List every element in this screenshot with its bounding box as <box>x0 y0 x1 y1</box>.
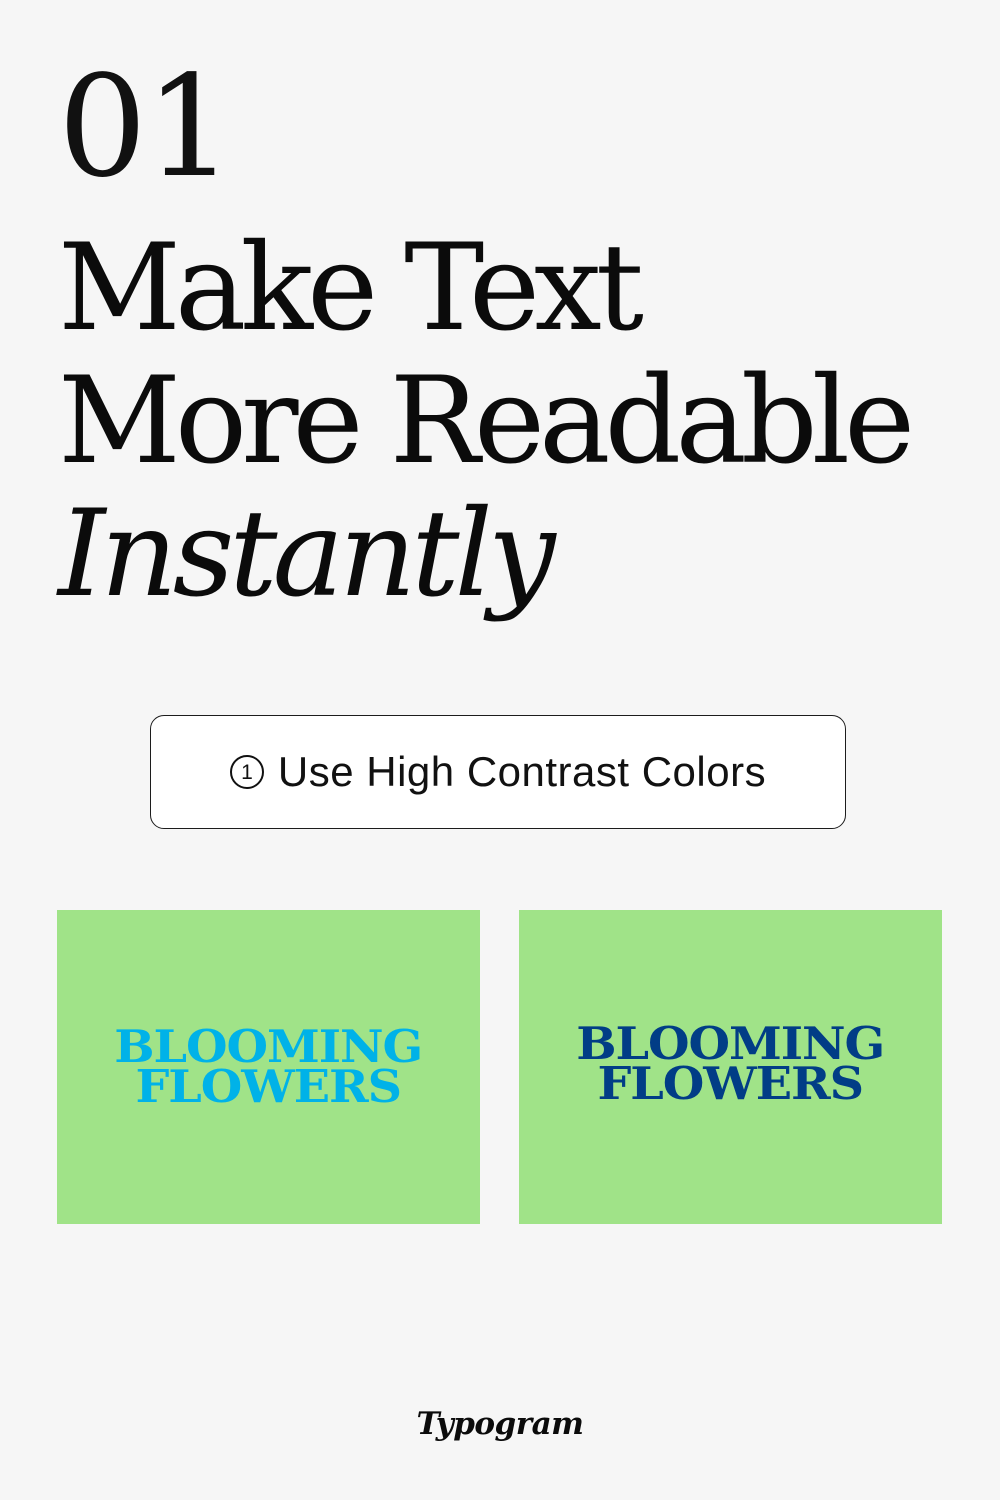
tip-number-badge: 1 <box>229 755 264 789</box>
high-contrast-line-2: FLOWERS <box>597 1057 865 1110</box>
tip-label: Use High Contrast Colors <box>277 748 767 795</box>
low-contrast-line-2: FLOWERS <box>135 1060 403 1113</box>
tip-pill: 1 Use High Contrast Colors <box>150 715 846 829</box>
low-contrast-example-card: BLOOMING FLOWERS <box>57 910 480 1224</box>
headline: Make Text More Readable Instantly <box>58 222 978 621</box>
step-number: 01 <box>58 46 234 209</box>
headline-line-3: Instantly <box>58 485 556 624</box>
headline-line-1: Make Text <box>58 219 644 358</box>
high-contrast-example-text: BLOOMING FLOWERS <box>577 1021 886 1106</box>
low-contrast-example-text: BLOOMING FLOWERS <box>115 1024 424 1109</box>
typogram-logo: Typogram <box>416 1406 584 1442</box>
headline-line-2: More Readable <box>58 352 915 491</box>
high-contrast-example-card: BLOOMING FLOWERS <box>519 910 942 1224</box>
